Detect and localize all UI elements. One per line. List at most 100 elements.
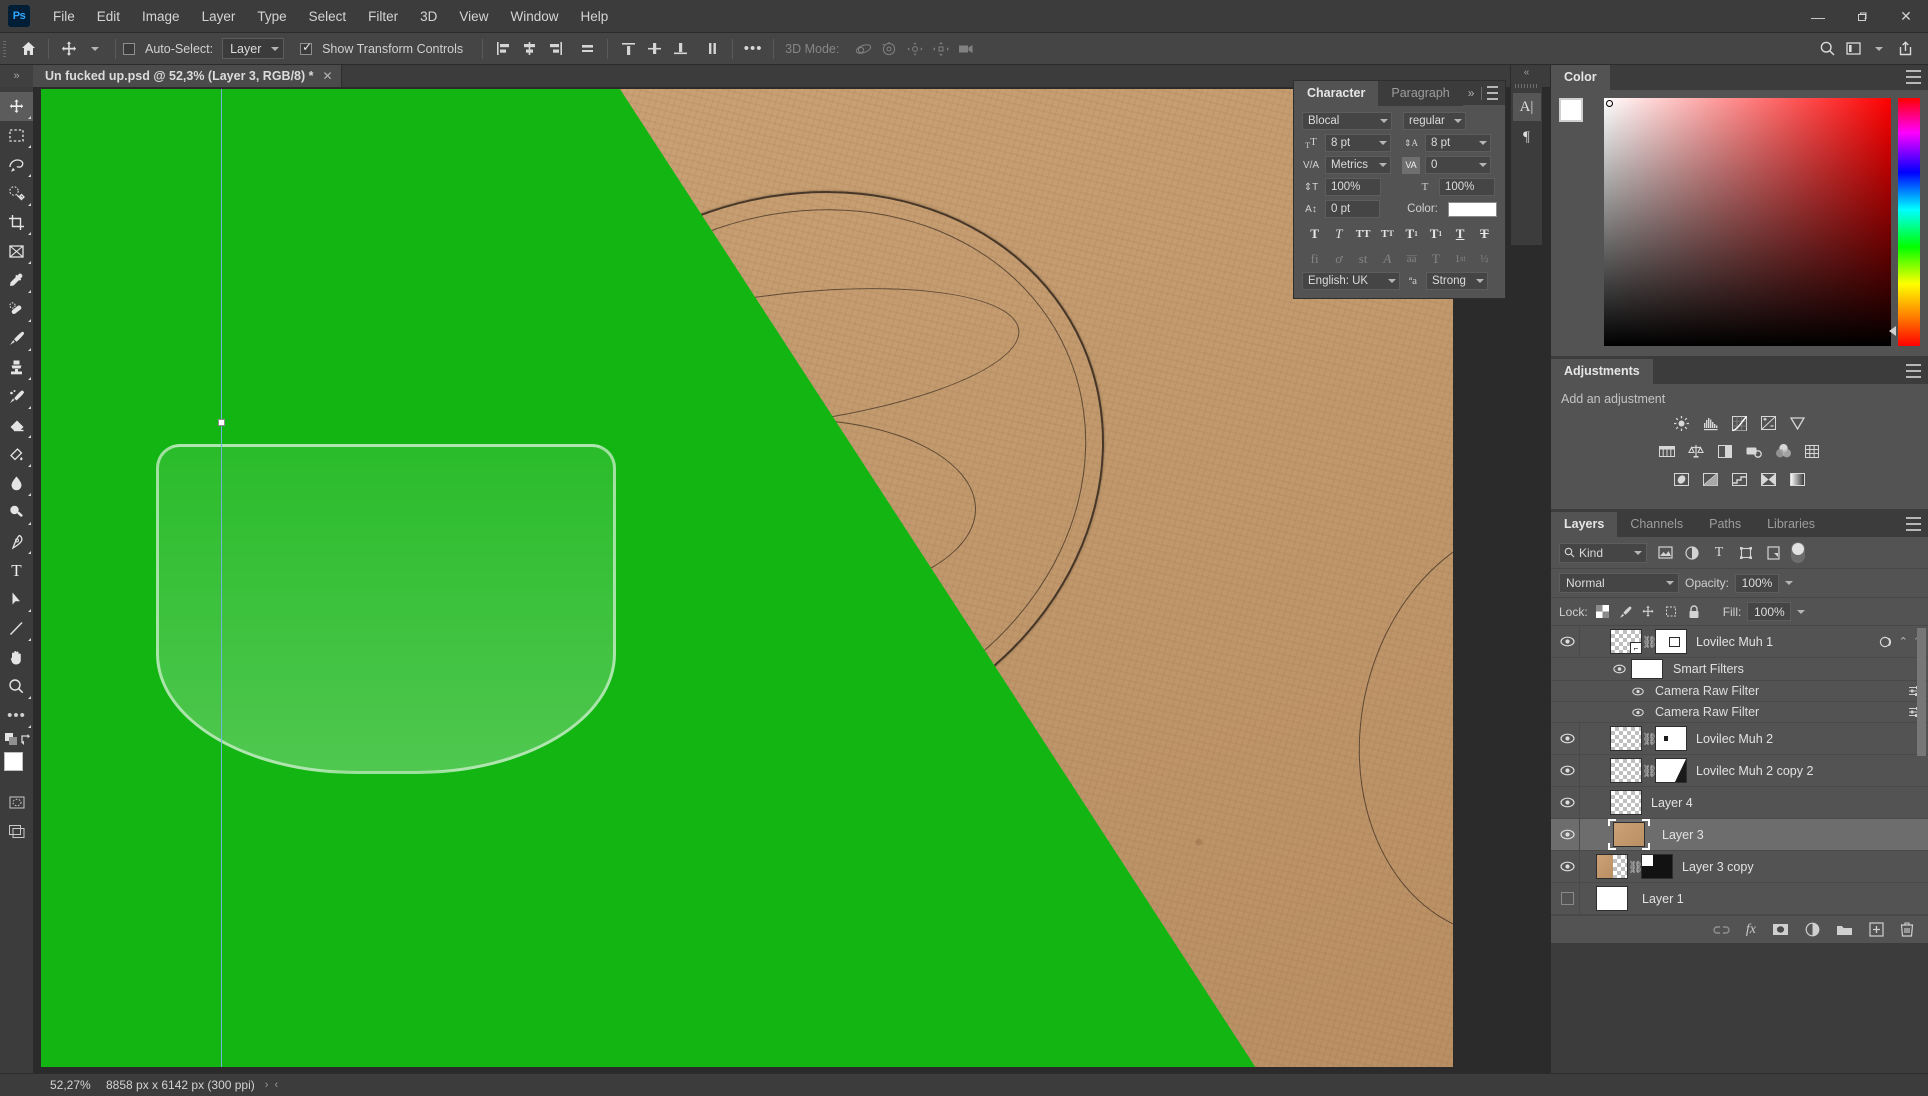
auto-select-box[interactable] bbox=[123, 42, 135, 55]
history-brush-tool[interactable] bbox=[0, 382, 33, 411]
search-icon[interactable] bbox=[1814, 37, 1840, 61]
path-selection-tool[interactable] bbox=[0, 585, 33, 614]
menu-edit[interactable]: Edit bbox=[86, 0, 131, 33]
tab-character[interactable]: Character bbox=[1294, 81, 1379, 106]
layer-visibility-toggle[interactable] bbox=[1555, 759, 1579, 783]
layer-thumbnail[interactable]: ⌐ bbox=[1610, 629, 1642, 654]
table-row[interactable]: Layer 1 bbox=[1551, 882, 1928, 915]
new-fill-adjustment-icon[interactable] bbox=[1805, 922, 1820, 937]
baseline-shift-input[interactable]: 0 pt bbox=[1325, 200, 1381, 218]
hand-tool[interactable] bbox=[0, 643, 33, 672]
distribute-horizontal-icon[interactable] bbox=[574, 37, 600, 61]
move-tool[interactable] bbox=[0, 92, 33, 121]
layer-mask-thumbnail[interactable] bbox=[1641, 854, 1673, 879]
layer-thumbnail[interactable] bbox=[1596, 886, 1628, 911]
layers-scroll-thumb[interactable] bbox=[1917, 628, 1926, 756]
tab-channels[interactable]: Channels bbox=[1617, 512, 1697, 537]
discretionary-ligatures-button[interactable]: st bbox=[1353, 249, 1374, 268]
auto-select-checkbox[interactable]: Auto-Select: bbox=[123, 42, 218, 56]
default-colors-icon[interactable] bbox=[4, 732, 19, 747]
language-dropdown[interactable]: English: UK bbox=[1302, 272, 1400, 290]
vertical-guide[interactable] bbox=[221, 89, 222, 1067]
filter-pixel-icon[interactable] bbox=[1656, 544, 1674, 562]
font-size-dropdown[interactable]: 8 pt bbox=[1325, 134, 1391, 152]
foreground-color-swatch[interactable] bbox=[4, 752, 23, 771]
screen-mode-icon[interactable] bbox=[0, 817, 33, 846]
subscript-button[interactable]: T1 bbox=[1425, 224, 1446, 243]
filter-visibility-toggle[interactable] bbox=[1629, 703, 1647, 721]
more-options-icon[interactable]: ••• bbox=[740, 37, 766, 61]
workspace-chevron-icon[interactable] bbox=[1866, 37, 1892, 61]
close-icon[interactable]: ✕ bbox=[323, 69, 333, 83]
show-transform-checkbox[interactable]: Show Transform Controls bbox=[300, 40, 468, 56]
lock-position-icon[interactable] bbox=[1640, 603, 1657, 620]
anti-alias-dropdown[interactable]: Strong bbox=[1426, 272, 1488, 290]
workspace-icon[interactable] bbox=[1840, 37, 1866, 61]
align-bottom-edges-icon[interactable] bbox=[667, 37, 693, 61]
lock-transparent-pixels-icon[interactable] bbox=[1594, 603, 1611, 620]
lock-image-pixels-icon[interactable] bbox=[1617, 603, 1634, 620]
photo-filter-icon[interactable] bbox=[1744, 441, 1764, 461]
show-transform-box[interactable] bbox=[300, 40, 313, 55]
faux-italic-button[interactable]: T bbox=[1328, 224, 1349, 243]
collapse-dock-icon[interactable]: « bbox=[1511, 65, 1542, 81]
faux-bold-button[interactable]: T bbox=[1304, 224, 1325, 243]
menu-image[interactable]: Image bbox=[131, 0, 191, 33]
home-icon[interactable] bbox=[15, 37, 41, 61]
tab-paths[interactable]: Paths bbox=[1696, 512, 1755, 537]
menu-window[interactable]: Window bbox=[499, 0, 569, 33]
contextual-alternates-button[interactable]: ơ bbox=[1328, 249, 1349, 268]
eyedropper-tool[interactable] bbox=[0, 266, 33, 295]
layer-mask-thumbnail[interactable] bbox=[1655, 629, 1687, 654]
fill-value[interactable]: 100% bbox=[1747, 602, 1792, 621]
channel-mixer-icon[interactable] bbox=[1773, 441, 1793, 461]
filter-type-icon[interactable]: T bbox=[1710, 544, 1728, 562]
blur-tool[interactable] bbox=[0, 469, 33, 498]
filter-shape-icon[interactable] bbox=[1737, 544, 1755, 562]
posterize-icon[interactable] bbox=[1701, 469, 1721, 489]
restore-button[interactable] bbox=[1840, 0, 1884, 33]
frame-tool[interactable] bbox=[0, 237, 33, 266]
ordinals-button[interactable]: 1st bbox=[1450, 249, 1471, 268]
vibrance-icon[interactable] bbox=[1788, 413, 1808, 433]
link-mask-icon[interactable]: ⛓ bbox=[1628, 860, 1643, 874]
transform-anchor-point[interactable] bbox=[218, 419, 225, 426]
menu-filter[interactable]: Filter bbox=[357, 0, 409, 33]
tab-libraries[interactable]: Libraries bbox=[1754, 512, 1829, 537]
layer-visibility-toggle[interactable] bbox=[1555, 630, 1579, 654]
character-panel-menu-icon[interactable] bbox=[1487, 86, 1498, 100]
color-balance-icon[interactable] bbox=[1686, 441, 1706, 461]
horizontal-scale-input[interactable]: 100% bbox=[1439, 178, 1495, 196]
tab-layers[interactable]: Layers bbox=[1551, 512, 1618, 537]
smart-filters-visibility-toggle[interactable] bbox=[1609, 659, 1629, 679]
smart-filter-fx-icon[interactable] bbox=[1879, 635, 1894, 649]
color-foreground-swatch[interactable] bbox=[1559, 98, 1583, 122]
table-row[interactable]: ⛓ Lovilec Muh 2 copy 2 bbox=[1551, 754, 1928, 787]
clone-stamp-tool[interactable] bbox=[0, 353, 33, 382]
table-row[interactable]: Layer 4 bbox=[1551, 786, 1928, 819]
table-row[interactable]: ⛓ Lovilec Muh 2 bbox=[1551, 722, 1928, 755]
add-layer-mask-icon[interactable] bbox=[1772, 923, 1789, 936]
hue-saturation-icon[interactable] bbox=[1657, 441, 1677, 461]
filter-enable-toggle[interactable] bbox=[1791, 542, 1805, 563]
smart-filters-row[interactable]: Smart Filters bbox=[1551, 658, 1928, 681]
horizontal-type-tool[interactable]: T bbox=[0, 556, 33, 585]
gradient-map-icon[interactable] bbox=[1788, 469, 1808, 489]
opacity-chevron-icon[interactable] bbox=[1785, 581, 1794, 585]
swash-button[interactable]: A bbox=[1377, 249, 1398, 268]
edit-toolbar-icon[interactable]: ••• bbox=[0, 701, 33, 730]
color-panel-menu-icon[interactable] bbox=[1906, 70, 1921, 84]
lasso-tool[interactable] bbox=[0, 150, 33, 179]
layers-panel-menu-icon[interactable] bbox=[1906, 517, 1921, 531]
layer-visibility-toggle[interactable] bbox=[1555, 791, 1579, 815]
lock-all-icon[interactable] bbox=[1686, 603, 1703, 620]
status-collapse-arrow-icon[interactable]: ‹ bbox=[274, 1079, 278, 1091]
opacity-value[interactable]: 100% bbox=[1735, 573, 1780, 593]
collapse-filters-chevron-icon[interactable]: ⌃ bbox=[1899, 635, 1908, 648]
small-caps-button[interactable]: TT bbox=[1377, 224, 1398, 243]
leading-dropdown[interactable]: 8 pt bbox=[1425, 134, 1491, 152]
layer-visibility-toggle[interactable] bbox=[1555, 855, 1579, 879]
tab-adjustments[interactable]: Adjustments bbox=[1551, 359, 1653, 384]
align-top-edges-icon[interactable] bbox=[615, 37, 641, 61]
dock-grip[interactable] bbox=[1511, 81, 1542, 91]
